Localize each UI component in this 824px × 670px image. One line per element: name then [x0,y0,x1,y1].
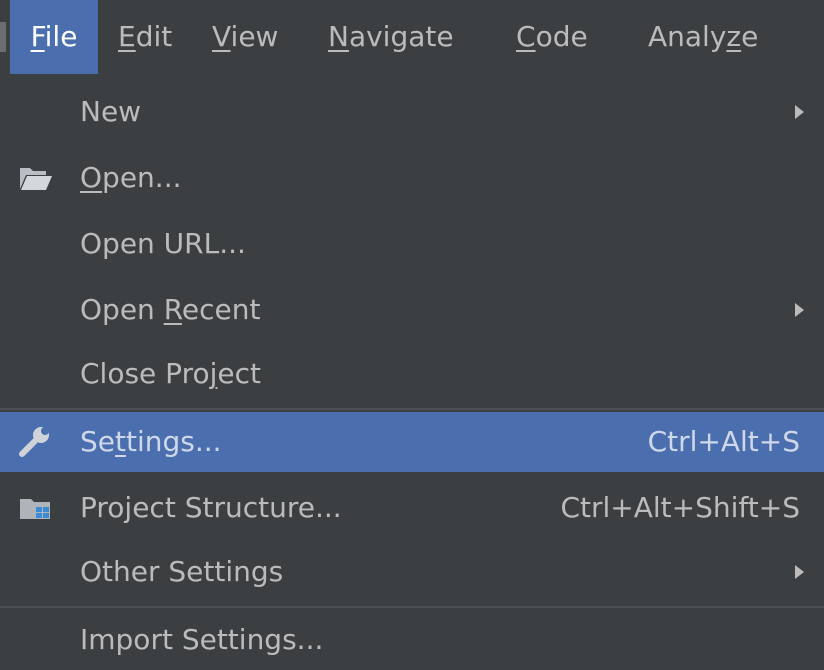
menu-edit[interactable]: Edit [118,0,172,74]
menu-view[interactable]: View [212,0,278,74]
menu-item-new[interactable]: New [0,82,824,142]
submenu-arrow-icon [795,565,804,579]
menu-item-open-url[interactable]: Open URL... [0,214,824,274]
menu-file[interactable]: File [10,0,98,74]
menu-bar-left-edge [0,22,6,52]
menu-analyze[interactable]: Analyze [648,0,758,74]
submenu-arrow-icon [795,303,804,317]
folder-open-icon [18,162,54,194]
menu-navigate[interactable]: Navigate [328,0,454,74]
menu-separator [0,606,824,608]
menu-item-open-recent[interactable]: Open Recent [0,280,824,340]
menu-item-label: Open Recent [80,293,261,326]
menu-item-label: Close Project [80,357,261,390]
submenu-arrow-icon [795,105,804,119]
menu-item-project-structure[interactable]: Project Structure... Ctrl+Alt+Shift+S [0,478,824,538]
menu-item-open[interactable]: Open... [0,148,824,208]
menu-item-other-settings[interactable]: Other Settings [0,542,824,602]
menu-code[interactable]: Code [516,0,588,74]
menu-separator [0,408,824,410]
menu-item-close-project[interactable]: Close Project [0,344,824,404]
shortcut-label: Ctrl+Alt+S [647,425,800,458]
menu-item-label: Import Settings... [80,623,324,656]
wrench-icon [18,426,54,458]
menu-item-label: New [80,95,142,128]
menu-item-label: Project Structure... [80,491,342,524]
menu-item-label: Settings... [80,425,222,458]
menu-item-label: Open... [80,161,182,194]
project-structure-icon [18,492,54,524]
menu-item-import-settings[interactable]: Import Settings... [0,610,824,670]
menu-item-settings[interactable]: Settings... Ctrl+Alt+S [0,412,824,472]
menu-bar: File Edit View Navigate Code Analyze [0,0,824,74]
file-menu-dropdown: New Open... Open URL... Open Recent Clos… [0,74,824,668]
menu-item-label: Other Settings [80,555,284,588]
menu-item-label: Open URL... [80,227,246,260]
shortcut-label: Ctrl+Alt+Shift+S [560,491,800,524]
